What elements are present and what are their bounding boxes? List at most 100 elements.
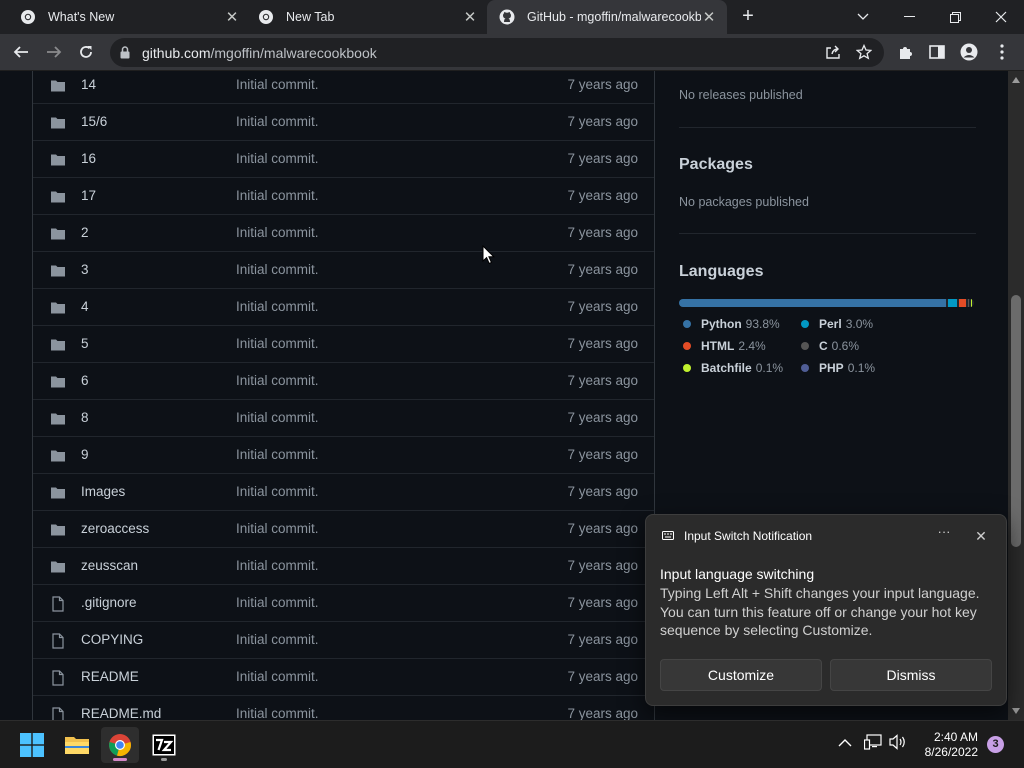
language-item[interactable]: HTML 2.4%	[683, 339, 766, 353]
language-item[interactable]: Batchfile 0.1%	[683, 361, 783, 375]
commit-message[interactable]: Initial commit.	[236, 373, 319, 388]
reload-icon[interactable]	[73, 39, 99, 65]
file-row[interactable]: 2 Initial commit. 7 years ago	[33, 215, 654, 252]
commit-message[interactable]: Initial commit.	[236, 299, 319, 314]
file-name[interactable]: 6	[81, 373, 89, 388]
file-row[interactable]: README Initial commit. 7 years ago	[33, 659, 654, 696]
dismiss-button[interactable]: Dismiss	[830, 659, 992, 691]
customize-button[interactable]: Customize	[660, 659, 822, 691]
file-row[interactable]: COPYING Initial commit. 7 years ago	[33, 622, 654, 659]
packages-title[interactable]: Packages	[679, 156, 753, 174]
file-name[interactable]: 17	[81, 188, 96, 203]
file-row[interactable]: zeroaccess Initial commit. 7 years ago	[33, 511, 654, 548]
language-item[interactable]: C 0.6%	[801, 339, 859, 353]
commit-message[interactable]: Initial commit.	[236, 484, 319, 499]
commit-message[interactable]: Initial commit.	[236, 706, 319, 720]
file-name[interactable]: 16	[81, 151, 96, 166]
file-row[interactable]: 17 Initial commit. 7 years ago	[33, 178, 654, 215]
file-name[interactable]: 8	[81, 410, 89, 425]
language-item[interactable]: PHP 0.1%	[801, 361, 875, 375]
page-scrollbar[interactable]	[1008, 71, 1024, 720]
file-row[interactable]: Images Initial commit. 7 years ago	[33, 474, 654, 511]
system-clock[interactable]: 2:40 AM 8/26/2022	[908, 730, 978, 760]
file-name[interactable]: zeroaccess	[81, 521, 149, 536]
scrollbar-thumb[interactable]	[1011, 295, 1021, 547]
address-bar[interactable]: github.com/mgoffin/malwarecookbook	[110, 38, 884, 67]
file-name[interactable]: README	[81, 669, 139, 684]
file-name[interactable]: 15/6	[81, 114, 107, 129]
commit-message[interactable]: Initial commit.	[236, 595, 319, 610]
file-row[interactable]: 15/6 Initial commit. 7 years ago	[33, 104, 654, 141]
file-name[interactable]: 2	[81, 225, 89, 240]
tab-github[interactable]: GitHub - mgoffin/malwarecookb ✕	[487, 0, 727, 34]
file-row[interactable]: README.md Initial commit. 7 years ago	[33, 696, 654, 720]
file-row[interactable]: 9 Initial commit. 7 years ago	[33, 437, 654, 474]
commit-message[interactable]: Initial commit.	[236, 151, 319, 166]
file-name[interactable]: zeusscan	[81, 558, 138, 573]
notification-count-badge[interactable]: 3	[987, 736, 1004, 753]
chrome-taskbar-icon[interactable]	[101, 727, 139, 763]
url-text[interactable]: github.com/mgoffin/malwarecookbook	[142, 45, 377, 61]
scroll-down-arrow-icon[interactable]	[1012, 708, 1020, 714]
tab-new-tab[interactable]: New Tab ✕	[238, 0, 488, 34]
commit-message[interactable]: Initial commit.	[236, 262, 319, 277]
tab-close-icon[interactable]: ✕	[701, 8, 717, 26]
forward-arrow-icon[interactable]	[41, 39, 67, 65]
notification-close-icon[interactable]: ✕	[970, 525, 992, 547]
input-switch-notification[interactable]: Input Switch Notification ··· ✕ Input la…	[645, 514, 1007, 706]
share-icon[interactable]	[825, 44, 841, 60]
minimize-icon[interactable]	[886, 0, 932, 34]
file-explorer-icon[interactable]	[58, 727, 96, 763]
profile-avatar-icon[interactable]	[960, 43, 978, 61]
commit-message[interactable]: Initial commit.	[236, 447, 319, 462]
file-name[interactable]: 14	[81, 77, 96, 92]
file-name[interactable]: 5	[81, 336, 89, 351]
start-windows-icon[interactable]	[13, 727, 51, 763]
commit-message[interactable]: Initial commit.	[236, 114, 319, 129]
file-row[interactable]: 5 Initial commit. 7 years ago	[33, 326, 654, 363]
commit-message[interactable]: Initial commit.	[236, 225, 319, 240]
scroll-up-arrow-icon[interactable]	[1012, 77, 1020, 83]
file-name[interactable]: Images	[81, 484, 125, 499]
commit-message[interactable]: Initial commit.	[236, 188, 319, 203]
network-icon[interactable]	[863, 734, 882, 753]
tab-close-icon[interactable]: ✕	[462, 8, 478, 26]
file-row[interactable]: 8 Initial commit. 7 years ago	[33, 400, 654, 437]
file-name[interactable]: 3	[81, 262, 89, 277]
file-row[interactable]: 6 Initial commit. 7 years ago	[33, 363, 654, 400]
file-row[interactable]: zeusscan Initial commit. 7 years ago	[33, 548, 654, 585]
language-item[interactable]: Python 93.8%	[683, 317, 780, 331]
back-arrow-icon[interactable]	[8, 39, 34, 65]
7zip-icon[interactable]	[145, 727, 183, 763]
commit-message[interactable]: Initial commit.	[236, 558, 319, 573]
file-name[interactable]: COPYING	[81, 632, 143, 647]
lock-icon[interactable]	[120, 46, 130, 59]
menu-kebab-icon[interactable]	[993, 43, 1011, 61]
more-options-icon[interactable]: ···	[932, 525, 956, 545]
show-hidden-icons-chevron-icon[interactable]	[838, 735, 852, 750]
file-name[interactable]: .gitignore	[81, 595, 137, 610]
language-item[interactable]: Perl 3.0%	[801, 317, 873, 331]
commit-message[interactable]: Initial commit.	[236, 336, 319, 351]
file-row[interactable]: 4 Initial commit. 7 years ago	[33, 289, 654, 326]
commit-message[interactable]: Initial commit.	[236, 669, 319, 684]
file-row[interactable]: 16 Initial commit. 7 years ago	[33, 141, 654, 178]
file-name[interactable]: 4	[81, 299, 89, 314]
tab-search-chevron-icon[interactable]	[840, 0, 886, 34]
commit-message[interactable]: Initial commit.	[236, 77, 319, 92]
commit-message[interactable]: Initial commit.	[236, 410, 319, 425]
file-name[interactable]: README.md	[81, 706, 161, 720]
tab-whats-new[interactable]: What's New ✕	[0, 0, 250, 34]
file-name[interactable]: 9	[81, 447, 89, 462]
bookmark-star-icon[interactable]	[856, 44, 872, 60]
restore-icon[interactable]	[932, 0, 978, 34]
commit-message[interactable]: Initial commit.	[236, 632, 319, 647]
new-tab-plus-icon[interactable]: +	[737, 6, 759, 28]
extensions-puzzle-icon[interactable]	[897, 43, 915, 61]
file-row[interactable]: 3 Initial commit. 7 years ago	[33, 252, 654, 289]
volume-icon[interactable]	[889, 734, 907, 753]
file-row[interactable]: 14 Initial commit. 7 years ago	[33, 71, 654, 104]
commit-message[interactable]: Initial commit.	[236, 521, 319, 536]
file-row[interactable]: .gitignore Initial commit. 7 years ago	[33, 585, 654, 622]
side-panel-icon[interactable]	[928, 43, 946, 61]
